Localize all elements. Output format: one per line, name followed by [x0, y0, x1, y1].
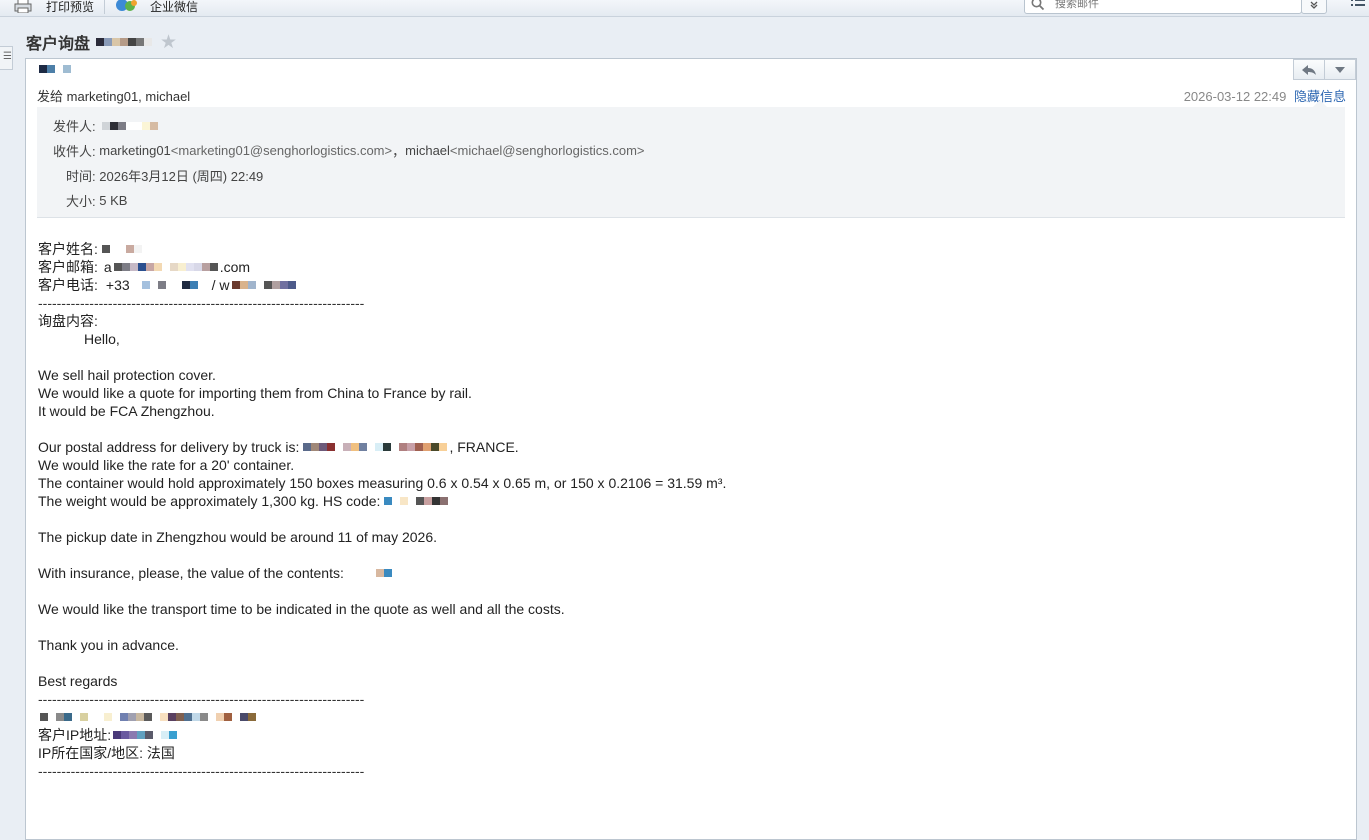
- body-line-5: We would like the rate for a 20' contain…: [38, 457, 295, 473]
- customer-email-redacted: [113, 263, 218, 271]
- time-row: 时间: 2026年3月12日 (周四) 22:49: [66, 166, 263, 185]
- greeting: Hello,: [84, 331, 120, 347]
- customer-phone-row: 客户电话: +33 / w: [38, 276, 298, 294]
- divider-2: ----------------------------------------…: [38, 691, 365, 707]
- phone-prefix: +33: [105, 277, 130, 293]
- body-line-7: The weight would be approximately 1,300 …: [38, 493, 381, 509]
- wecom-icon: [116, 0, 137, 13]
- customer-name-label: 客户姓名:: [38, 241, 98, 257]
- email-suffix: .com: [219, 259, 251, 275]
- time-label: 时间:: [66, 169, 96, 184]
- mail-subject: 客户询盘 ★: [26, 30, 177, 54]
- redacted-subject: [96, 38, 153, 46]
- chevron-down-icon: [1335, 66, 1345, 73]
- to-name-2: michael: [405, 143, 450, 158]
- inquiry-label: 询盘内容:: [38, 313, 98, 329]
- mail-view: 发给 marketing01, michael 2026-03-12 22:49…: [25, 58, 1357, 840]
- customer-email-label: 客户邮箱:: [38, 259, 98, 275]
- panel-pointer: [1313, 100, 1327, 107]
- printer-icon: [14, 0, 32, 14]
- print-preview-label: 打印预览: [46, 0, 95, 14]
- body-line-2: We would like a quote for importing them…: [38, 385, 472, 401]
- star-icon[interactable]: ★: [160, 33, 177, 52]
- country-value: 法国: [146, 745, 175, 761]
- to-separator: ，: [392, 144, 406, 159]
- customer-phone-redacted: [141, 281, 198, 289]
- to-address-1[interactable]: <marketing01@senghorlogistics.com>: [171, 143, 392, 158]
- wecom-button[interactable]: 企业微信: [116, 0, 198, 16]
- mail-details-panel: 发件人: 收件人: marketing01 <marketing01@sengh…: [37, 100, 1345, 218]
- body-line-4: Our postal address for delivery by truck…: [38, 439, 300, 455]
- toolbar-divider: [104, 0, 105, 14]
- body-line-6: The container would hold approximately 1…: [38, 475, 727, 491]
- size-value: 5 KB: [99, 193, 128, 208]
- list-menu-icon[interactable]: [1351, 0, 1365, 10]
- search-icon: [1031, 0, 1045, 11]
- subject-text: 客户询盘: [26, 36, 91, 53]
- body-line-3: It would be FCA Zhengzhou.: [38, 403, 215, 419]
- hs-code-redacted: [384, 497, 449, 505]
- divider-3: ----------------------------------------…: [38, 763, 365, 779]
- hs-code-row: The weight would be approximately 1,300 …: [38, 492, 450, 510]
- to-prefix: 发给: [37, 89, 64, 104]
- country-label: IP所在国家/地区:: [38, 745, 144, 761]
- sidebar-toggle[interactable]: ☰: [0, 46, 13, 70]
- to-row: 收件人: marketing01 <marketing01@senghorlog…: [53, 141, 644, 160]
- more-actions-button[interactable]: [1325, 59, 1356, 80]
- body-line-10: We would like the transport time to be i…: [38, 601, 565, 617]
- sender-name-redacted: [37, 65, 73, 73]
- to-name-1: marketing01: [99, 143, 171, 158]
- body-line-11: Thank you in advance.: [38, 637, 179, 653]
- address-redacted: [303, 443, 448, 451]
- body-line-9: With insurance, please, the value of the…: [38, 565, 344, 581]
- customer-phone-label: 客户电话:: [38, 277, 98, 293]
- double-chevron-down-icon: [1310, 1, 1318, 9]
- from-row: 发件人:: [53, 116, 160, 135]
- customer-email-row: 客户邮箱: a .com: [38, 258, 250, 276]
- divider-1: ----------------------------------------…: [38, 295, 365, 311]
- print-preview-button[interactable]: 打印预览: [14, 0, 94, 16]
- to-names: marketing01, michael: [66, 89, 191, 104]
- top-toolbar: 打印预览 企业微信: [0, 0, 1369, 17]
- phone-separator: / w: [211, 277, 230, 293]
- email-prefix: a: [103, 259, 112, 275]
- from-redacted: [101, 121, 158, 130]
- customer-name-redacted: [101, 245, 142, 253]
- size-label: 大小:: [66, 194, 96, 209]
- time-value: 2026年3月12日 (周四) 22:49: [99, 169, 264, 184]
- size-row: 大小: 5 KB: [66, 191, 127, 210]
- reply-button[interactable]: [1293, 59, 1325, 80]
- to-address-2[interactable]: <michael@senghorlogistics.com>: [450, 143, 645, 158]
- search-options-button[interactable]: [1301, 0, 1327, 14]
- search-mail[interactable]: [1024, 0, 1302, 14]
- insurance-value-redacted: [375, 569, 392, 577]
- ip-row: 客户IP地址:: [38, 726, 179, 744]
- ip-label: 客户IP地址:: [38, 727, 112, 743]
- body-line-1: We sell hail protection cover.: [38, 367, 216, 383]
- insurance-row: With insurance, please, the value of the…: [38, 564, 394, 582]
- body-line-12: Best regards: [38, 673, 118, 689]
- from-label: 发件人:: [53, 119, 96, 134]
- body-line-4-end: , FRANCE.: [449, 439, 519, 455]
- ip-redacted: [113, 731, 178, 739]
- collapse-icon: ☰: [3, 51, 12, 62]
- reply-arrow-icon: [1302, 64, 1316, 75]
- mail-date: 2026-03-12 22:49: [1183, 89, 1287, 104]
- signature-redacted-row: [38, 708, 258, 726]
- search-input[interactable]: [1053, 0, 1287, 11]
- body-line-8: The pickup date in Zhengzhou would be ar…: [38, 529, 438, 545]
- recipients-summary: 发给 marketing01, michael: [37, 86, 190, 105]
- reply-controls: [1293, 59, 1356, 80]
- signature-redacted: [40, 713, 256, 721]
- country-row: IP所在国家/地区: 法国: [38, 744, 175, 762]
- to-label: 收件人:: [53, 144, 96, 159]
- address-row: Our postal address for delivery by truck…: [38, 438, 519, 456]
- customer-whatsapp-redacted: [231, 281, 296, 289]
- customer-name-row: 客户姓名:: [38, 240, 144, 258]
- wecom-label: 企业微信: [150, 0, 199, 14]
